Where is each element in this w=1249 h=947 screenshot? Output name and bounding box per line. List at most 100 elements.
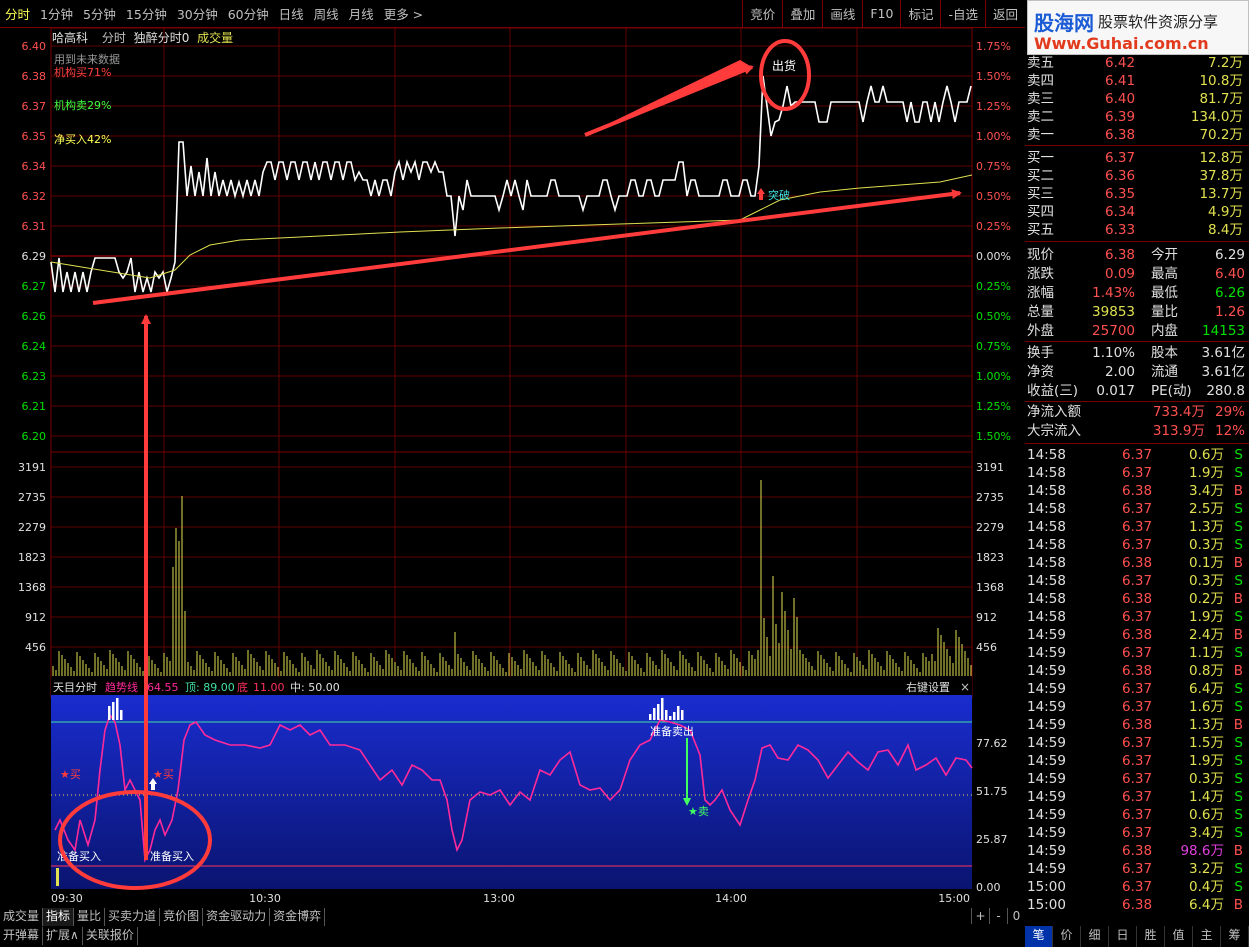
tick-volume: 1.4万 xyxy=(1189,789,1224,805)
tick-price: 6.38 xyxy=(1122,843,1153,859)
tick-direction: S xyxy=(1234,609,1243,625)
detail-tab[interactable]: 主 xyxy=(1193,926,1221,947)
volume-tick: 1823 xyxy=(18,551,46,564)
bid-level-label: 买四 xyxy=(1027,204,1054,220)
indicator-tab[interactable]: 资金博弈 xyxy=(270,908,326,926)
price-tick: 6.23 xyxy=(22,370,47,383)
detail-tab[interactable]: 细 xyxy=(1081,926,1109,947)
tick-direction: B xyxy=(1233,627,1243,643)
stat-label: 总量 xyxy=(1027,304,1054,320)
logo-slogan: 股票软件资源分享 xyxy=(1098,13,1219,31)
bid-volume: 37.8万 xyxy=(1199,168,1243,184)
period-tab[interactable]: 1分钟 xyxy=(35,4,78,23)
detail-tab[interactable]: 胜 xyxy=(1137,926,1165,947)
volume-tick: 1368 xyxy=(18,581,46,594)
tick-direction: B xyxy=(1233,483,1243,499)
intraday-chart[interactable]: 6.40 1.75% 6.38 1.50% 6.37 1.25% 6.35 1.00% 6.34… xyxy=(0,28,1025,908)
tick-direction: S xyxy=(1234,537,1243,553)
percent-tick: 0.50% xyxy=(976,310,1011,323)
volume-tick: 456 xyxy=(25,641,46,654)
indicator-tab[interactable]: 资金驱动力 xyxy=(203,908,271,926)
tick-direction: S xyxy=(1234,573,1243,589)
tick-direction: S xyxy=(1234,735,1243,751)
average-price-line xyxy=(50,174,973,279)
detail-tab[interactable]: 值 xyxy=(1165,926,1193,947)
tick-row: 14:59 6.37 1.1万 S xyxy=(1025,644,1249,662)
period-tab[interactable]: 月线 xyxy=(344,4,379,23)
detail-tab[interactable]: 价 xyxy=(1053,926,1081,947)
detail-tab[interactable]: 筹 xyxy=(1221,926,1249,947)
period-tab[interactable]: 60分钟 xyxy=(223,4,274,23)
detail-tab[interactable]: 日 xyxy=(1109,926,1137,947)
zoom-control-button[interactable]: - xyxy=(989,908,1007,924)
tick-price: 6.38 xyxy=(1122,555,1153,571)
ask-level-label: 卖二 xyxy=(1027,109,1054,125)
indicator-tab[interactable]: 指标 xyxy=(43,908,75,926)
tick-price: 6.37 xyxy=(1122,807,1153,823)
tool-button[interactable]: 标记 xyxy=(900,0,940,27)
tool-button[interactable]: F10 xyxy=(862,0,900,27)
tick-volume: 1.9万 xyxy=(1189,609,1224,625)
close-icon[interactable]: × xyxy=(960,680,970,694)
tool-button[interactable]: 返回 xyxy=(984,0,1025,27)
tool-button[interactable]: 画线 xyxy=(822,0,862,27)
stat-row: 总量 39853 量比 1.26 xyxy=(1025,303,1249,321)
period-tab[interactable]: 15分钟 xyxy=(121,4,172,23)
indicator-tab[interactable]: 量比 xyxy=(74,908,106,926)
tick-direction: S xyxy=(1234,681,1243,697)
tick-time: 14:59 xyxy=(1027,735,1066,751)
extra-tab[interactable]: 扩展∧ xyxy=(43,927,83,945)
stat-label: 现价 xyxy=(1027,247,1054,263)
divider xyxy=(1025,145,1249,146)
indicator-tab[interactable]: 成交量 xyxy=(0,908,44,926)
bid-level-label: 买三 xyxy=(1027,186,1054,202)
tick-time: 14:59 xyxy=(1027,843,1066,859)
tick-direction: S xyxy=(1234,501,1243,517)
tick-direction: B xyxy=(1233,555,1243,571)
tool-button[interactable]: -自选 xyxy=(940,0,985,27)
tick-price: 6.37 xyxy=(1122,735,1153,751)
zoom-controls: + -0 xyxy=(971,908,1025,924)
tick-row: 14:58 6.37 0.6万 S xyxy=(1025,446,1249,464)
tick-volume: 0.4万 xyxy=(1189,879,1224,895)
bid-volume: 13.7万 xyxy=(1199,186,1243,202)
period-tab[interactable]: 周线 xyxy=(309,4,344,23)
tick-direction: B xyxy=(1233,843,1243,859)
volume-tick: 3191 xyxy=(976,461,1004,474)
tick-time: 14:58 xyxy=(1027,573,1066,589)
stat-label: 最低 xyxy=(1151,285,1178,301)
period-tab[interactable]: 日线 xyxy=(274,4,309,23)
zoom-control-button[interactable]: 0 xyxy=(1007,908,1025,924)
ready-buy-label: 准备买入 xyxy=(150,849,194,863)
price-tick: 6.37 xyxy=(22,100,47,113)
percent-tick: 1.50% xyxy=(976,70,1011,83)
period-tab[interactable]: 30分钟 xyxy=(172,4,223,23)
extra-tab[interactable]: 开弹幕 xyxy=(0,927,44,945)
period-tab[interactable]: 更多 > xyxy=(379,4,428,23)
tool-button[interactable]: 竞价 xyxy=(742,0,782,27)
detail-tab[interactable]: 笔 xyxy=(1025,926,1053,947)
oscillator-tick: 77.62 xyxy=(976,737,1008,750)
percent-tick: 0.75% xyxy=(976,340,1011,353)
signal-spike xyxy=(120,710,123,720)
tick-price: 6.37 xyxy=(1122,537,1153,553)
flow-label: 净流入额 xyxy=(1027,404,1081,420)
bottom-value: 11.00 xyxy=(253,681,285,694)
stat-value: 25700 xyxy=(1092,323,1135,339)
indicator-tab[interactable]: 竞价图 xyxy=(160,908,204,926)
zoom-control-button[interactable]: + xyxy=(971,908,989,924)
tool-button[interactable]: 叠加 xyxy=(782,0,822,27)
tick-price: 6.37 xyxy=(1122,447,1153,463)
extra-tab[interactable]: 关联报价 xyxy=(83,927,138,945)
stat-row: 收益(三) 0.017 PE(动) 280.8 xyxy=(1025,382,1249,400)
stat-value: 1.43% xyxy=(1092,285,1135,301)
period-tab[interactable]: 分时 xyxy=(0,4,35,23)
tick-price: 6.38 xyxy=(1122,717,1153,733)
indicator-tab[interactable]: 买卖力道 xyxy=(105,908,161,926)
bid-price: 6.37 xyxy=(1105,150,1136,166)
period-tabs: 分时 1分钟 5分钟 15分钟 30分钟 60分钟 日线 周线 月线 更多 > xyxy=(0,4,428,23)
period-tab[interactable]: 5分钟 xyxy=(78,4,121,23)
tick-volume: 1.6万 xyxy=(1189,699,1224,715)
volume-tick: 912 xyxy=(976,611,997,624)
tick-direction: S xyxy=(1234,825,1243,841)
